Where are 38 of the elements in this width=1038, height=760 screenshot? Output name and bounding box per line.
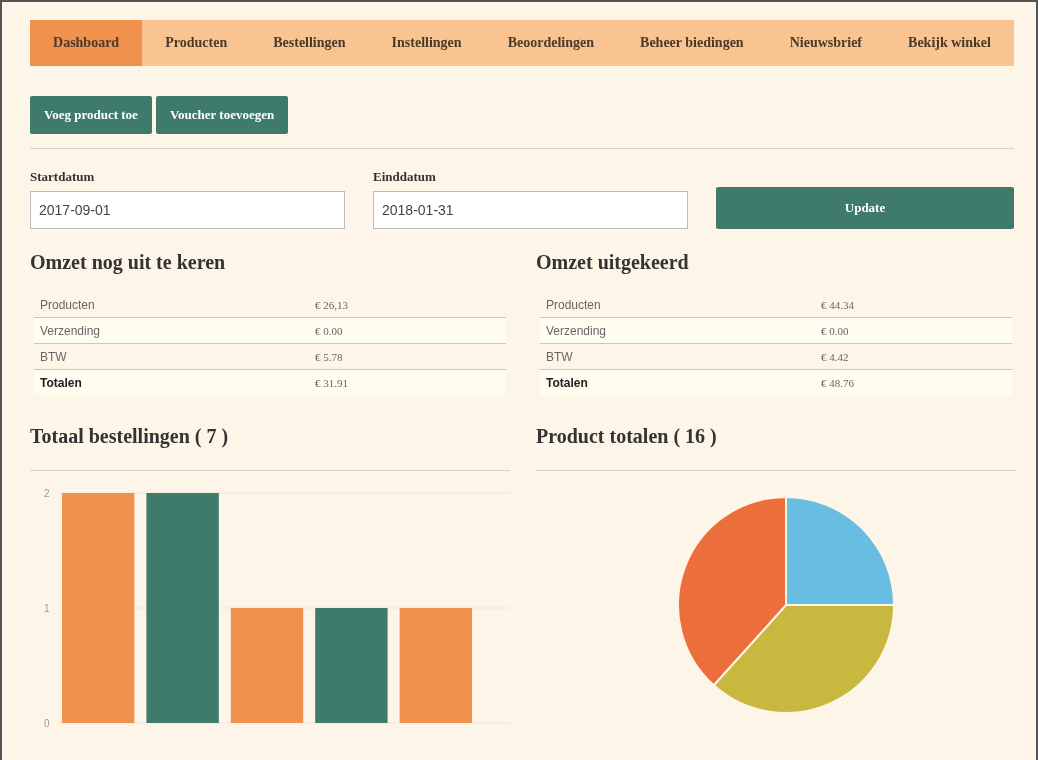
row-label: Totalen — [546, 375, 589, 390]
row-label: BTW — [40, 349, 68, 364]
amount: € 5.78 — [315, 350, 344, 363]
nav-tab[interactable]: Nieuwsbrief — [766, 20, 886, 66]
nav-tab[interactable]: Producten — [142, 20, 251, 66]
date-field[interactable]: 2017-09-01 — [30, 191, 345, 229]
date-field[interactable]: 2018-01-31 — [373, 191, 688, 229]
section-title: Totaal bestellingen ( 7 ) — [30, 425, 230, 448]
nav-tab[interactable]: Beheer biedingen — [617, 20, 767, 66]
row-label: Verzending — [546, 323, 608, 338]
nav-tab[interactable]: Bestellingen — [250, 20, 369, 66]
axis-tick-label: 0 — [44, 718, 50, 729]
section-title: Omzet nog uit te keren — [30, 251, 227, 274]
amount: € 31.91 — [315, 376, 349, 389]
nav-tab[interactable]: Dashboard — [30, 20, 143, 66]
field-label: Startdatum — [30, 169, 96, 185]
row-label: Producten — [40, 297, 96, 312]
row-label: Totalen — [40, 375, 83, 390]
update-button[interactable]: Update — [716, 187, 1014, 229]
axis-tick-label: 2 — [44, 488, 50, 499]
nav-tab[interactable]: Beoordelingen — [484, 20, 618, 66]
amount: € 0.00 — [315, 324, 344, 337]
row-label: Producten — [546, 297, 602, 312]
amount: € 48.76 — [821, 376, 855, 389]
axis-tick-label: 1 — [44, 603, 50, 614]
nav-tab[interactable]: Instellingen — [368, 20, 485, 66]
action-button[interactable]: Voucher toevoegen — [155, 96, 289, 134]
section-title: Omzet uitgekeerd — [536, 251, 690, 274]
row-label: Verzending — [40, 323, 102, 338]
row-label: BTW — [546, 349, 574, 364]
amount: € 4.42 — [821, 350, 850, 363]
section-title: Product totalen ( 16 ) — [536, 425, 718, 448]
field-label: Einddatum — [373, 169, 437, 185]
amount: € 26,13 — [315, 298, 349, 311]
nav-tab[interactable]: Bekijk winkel — [885, 20, 1014, 66]
action-button[interactable]: Voeg product toe — [30, 96, 152, 134]
amount: € 44.34 — [821, 298, 855, 311]
amount: € 0.00 — [821, 324, 850, 337]
